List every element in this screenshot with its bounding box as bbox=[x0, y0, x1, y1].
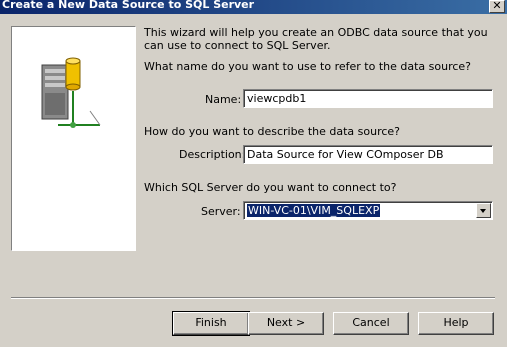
server-label: Server: bbox=[201, 205, 241, 218]
wizard-image-panel bbox=[11, 26, 136, 251]
database-server-network-icon bbox=[41, 57, 101, 128]
intro-text: This wizard will help you create an ODBC… bbox=[144, 26, 488, 52]
name-label: Name: bbox=[205, 93, 242, 106]
server-question: Which SQL Server do you want to connect … bbox=[144, 181, 397, 194]
next-button[interactable]: Next > bbox=[248, 312, 324, 335]
cancel-button[interactable]: Cancel bbox=[333, 312, 409, 335]
name-question: What name do you want to use to refer to… bbox=[144, 60, 472, 73]
window-title: Create a New Data Source to SQL Server bbox=[2, 0, 255, 11]
chevron-down-icon bbox=[480, 209, 486, 213]
name-field[interactable]: viewcpdb1 bbox=[243, 89, 493, 108]
description-question: How do you want to describe the data sou… bbox=[144, 125, 401, 138]
server-combo[interactable]: WIN-VC-01\VIM_SQLEXP bbox=[243, 201, 493, 220]
separator bbox=[11, 297, 495, 299]
dialog-window: Create a New Data Source to SQL Server ✕… bbox=[0, 0, 507, 347]
close-button[interactable]: ✕ bbox=[489, 0, 505, 13]
description-label: Description: bbox=[179, 148, 246, 161]
server-value: WIN-VC-01\VIM_SQLEXP bbox=[247, 204, 381, 217]
finish-button[interactable]: Finish bbox=[172, 311, 250, 336]
description-field[interactable]: Data Source for View COmposer DB bbox=[243, 145, 493, 164]
server-dropdown-button[interactable] bbox=[476, 203, 491, 218]
help-button[interactable]: Help bbox=[418, 312, 494, 335]
close-icon: ✕ bbox=[492, 0, 502, 12]
title-bar[interactable]: Create a New Data Source to SQL Server ✕ bbox=[0, 0, 507, 14]
